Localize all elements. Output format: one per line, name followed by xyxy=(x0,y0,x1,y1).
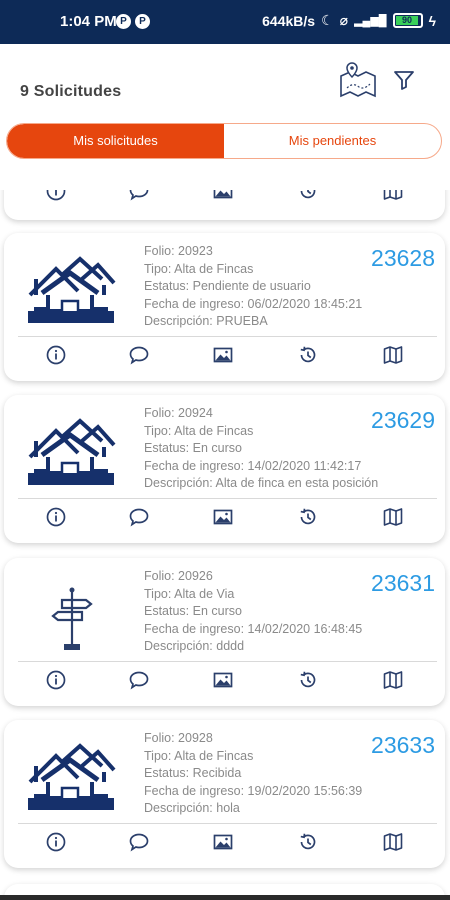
card-info: Folio: 20923 Tipo: Alta de Fincas Estatu… xyxy=(144,243,362,331)
comment-icon[interactable] xyxy=(128,190,150,202)
fincas-thumbnail-icon xyxy=(26,417,118,489)
header: 9 Solicitudes Mis solicitudes Mis pendie… xyxy=(0,44,450,190)
card-folio: Folio: 20924 xyxy=(144,406,213,420)
card-fecha: Fecha de ingreso: 14/02/2020 11:42:17 xyxy=(144,458,362,473)
card-info: Folio: 20926 Tipo: Alta de Via Estatus: … xyxy=(144,568,362,656)
divider xyxy=(18,661,437,662)
card-number: 23628 xyxy=(371,245,435,271)
charging-icon: ϟ xyxy=(428,12,436,29)
request-card[interactable]: Folio: 20928 Tipo: Alta de Fincas Estatu… xyxy=(4,720,445,868)
card-actions xyxy=(4,506,445,536)
card-descripcion: Descripción: hola xyxy=(144,801,240,815)
filter-icon xyxy=(394,71,414,90)
battery-icon: 90 xyxy=(392,13,423,28)
card-descripcion: Descripción: Alta de finca en esta posic… xyxy=(144,476,379,490)
map-button[interactable] xyxy=(339,62,377,98)
card-estatus: Estatus: En curso xyxy=(144,441,242,455)
info-icon[interactable] xyxy=(45,506,67,528)
info-icon[interactable] xyxy=(45,190,67,202)
request-card-partial[interactable] xyxy=(4,190,445,220)
card-descripcion: Descripción: dddd xyxy=(144,639,245,653)
history-icon[interactable] xyxy=(297,190,319,202)
card-info: Folio: 20928 Tipo: Alta de Fincas Estatu… xyxy=(144,730,362,818)
card-tipo: Tipo: Alta de Fincas xyxy=(144,261,254,276)
card-estatus: Estatus: Recibida xyxy=(144,766,242,780)
wifi-off-icon: ⌀ xyxy=(339,12,349,28)
signpost-thumbnail-icon xyxy=(51,586,93,652)
card-folio: Folio: 20923 xyxy=(144,244,213,258)
status-time: 1:04 PM xyxy=(60,13,117,30)
segmented-control: Mis solicitudes Mis pendientes xyxy=(6,123,442,159)
card-actions xyxy=(4,344,445,374)
card-info: Folio: 20924 Tipo: Alta de Fincas Estatu… xyxy=(144,405,378,493)
card-estatus: Estatus: En curso xyxy=(144,604,242,618)
card-fecha: Fecha de ingreso: 19/02/2020 15:56:39 xyxy=(144,783,363,798)
image-icon[interactable] xyxy=(212,344,234,366)
map-icon[interactable] xyxy=(382,190,404,202)
card-tipo: Tipo: Alta de Via xyxy=(144,586,235,601)
card-fecha: Fecha de ingreso: 06/02/2020 18:45:21 xyxy=(144,296,363,311)
network-speed: 644kB/s xyxy=(262,12,316,29)
info-icon[interactable] xyxy=(45,669,67,691)
divider xyxy=(18,498,437,499)
image-icon[interactable] xyxy=(212,669,234,691)
card-tipo: Tipo: Alta de Fincas xyxy=(144,423,254,438)
image-icon[interactable] xyxy=(212,190,234,202)
filter-button[interactable] xyxy=(392,68,416,92)
request-card[interactable]: Folio: 20924 Tipo: Alta de Fincas Estatu… xyxy=(4,395,445,543)
card-folio: Folio: 20928 xyxy=(144,731,213,745)
card-number: 23633 xyxy=(371,732,435,758)
request-card[interactable]: Folio: 20926 Tipo: Alta de Via Estatus: … xyxy=(4,558,445,706)
fincas-thumbnail-icon xyxy=(26,255,118,327)
request-list: Folio: 20923 Tipo: Alta de Fincas Estatu… xyxy=(0,190,450,900)
info-icon[interactable] xyxy=(45,344,67,366)
card-estatus: Estatus: Pendiente de usuario xyxy=(144,279,311,293)
comment-icon[interactable] xyxy=(128,506,150,528)
status-notification-icons: P P xyxy=(116,14,150,29)
image-icon[interactable] xyxy=(212,831,234,853)
tab-mis-pendientes[interactable]: Mis pendientes xyxy=(224,124,441,158)
map-icon xyxy=(340,62,376,98)
notification-p-icon: P xyxy=(116,14,131,29)
moon-icon: ☾ xyxy=(321,12,334,28)
notification-p-icon: P xyxy=(135,14,150,29)
map-icon[interactable] xyxy=(382,831,404,853)
card-actions xyxy=(4,190,445,210)
signal-icon: ▂▄▆█ xyxy=(354,15,387,27)
fincas-thumbnail-icon xyxy=(26,742,118,814)
card-fecha: Fecha de ingreso: 14/02/2020 16:48:45 xyxy=(144,621,363,636)
history-icon[interactable] xyxy=(297,831,319,853)
card-actions xyxy=(4,669,445,699)
divider xyxy=(18,823,437,824)
card-folio: Folio: 20926 xyxy=(144,569,213,583)
card-number: 23631 xyxy=(371,570,435,596)
status-bar: 1:04 PM P P 644kB/s ☾ ⌀ ▂▄▆█ 90 ϟ xyxy=(0,0,450,44)
comment-icon[interactable] xyxy=(128,344,150,366)
comment-icon[interactable] xyxy=(128,831,150,853)
page-title: 9 Solicitudes xyxy=(20,83,122,100)
history-icon[interactable] xyxy=(297,506,319,528)
history-icon[interactable] xyxy=(297,344,319,366)
map-icon[interactable] xyxy=(382,669,404,691)
card-actions xyxy=(4,831,445,861)
comment-icon[interactable] xyxy=(128,669,150,691)
info-icon[interactable] xyxy=(45,831,67,853)
image-icon[interactable] xyxy=(212,506,234,528)
history-icon[interactable] xyxy=(297,669,319,691)
tab-mis-solicitudes[interactable]: Mis solicitudes xyxy=(7,124,224,158)
battery-level: 90 xyxy=(395,16,419,25)
map-icon[interactable] xyxy=(382,344,404,366)
request-card[interactable]: Folio: 20923 Tipo: Alta de Fincas Estatu… xyxy=(4,233,445,381)
status-right: 644kB/s ☾ ⌀ ▂▄▆█ 90 ϟ xyxy=(262,12,436,29)
navigation-bar xyxy=(0,895,450,900)
card-number: 23629 xyxy=(371,407,435,433)
card-descripcion: Descripción: PRUEBA xyxy=(144,314,268,328)
divider xyxy=(18,336,437,337)
map-icon[interactable] xyxy=(382,506,404,528)
card-tipo: Tipo: Alta de Fincas xyxy=(144,748,254,763)
